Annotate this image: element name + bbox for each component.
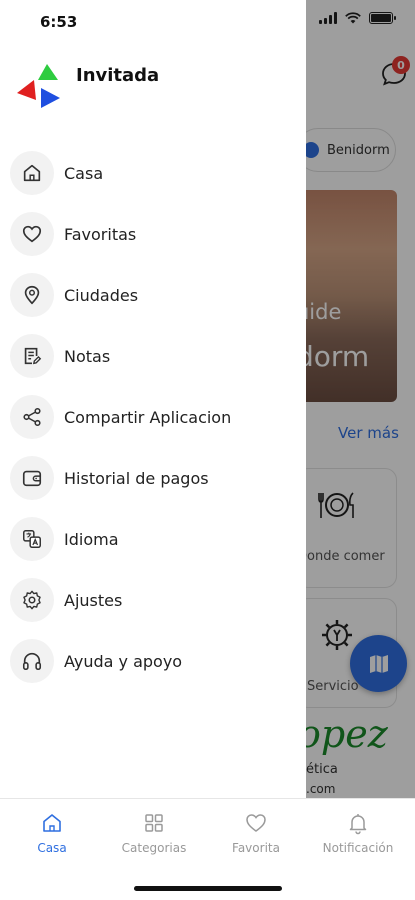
menu-label: Ayuda y apoyo [64,651,183,671]
menu-label: Idioma [64,529,119,549]
nav-label: Favorita [232,841,280,855]
nav-tab-favorita[interactable]: Favorita [204,811,308,855]
nav-label: Casa [37,841,67,855]
menu-item-ajustes[interactable]: Ajustes [10,577,300,623]
menu-label: Ajustes [64,590,123,610]
menu-item-ciudades[interactable]: Ciudades [10,272,300,318]
menu-item-favoritas[interactable]: Favoritas [10,211,300,257]
translate-icon [23,530,41,548]
menu-item-historial[interactable]: Historial de pagos [10,455,300,501]
app-logo [17,64,60,108]
map-pin-icon [24,285,40,305]
menu-item-notas[interactable]: Notas [10,333,300,379]
user-name: Invitada [76,65,160,86]
nav-tab-casa[interactable]: Casa [0,811,104,855]
status-time: 6:53 [40,13,78,31]
wallet-icon [22,470,42,487]
nav-tab-notificacion[interactable]: Notificación [306,811,410,855]
menu-item-casa[interactable]: Casa [10,150,300,196]
settings-icon [23,590,41,610]
menu-label: Favoritas [64,224,137,244]
notes-icon [24,347,42,365]
nav-label: Categorias [121,841,187,855]
home-indicator[interactable] [134,886,282,891]
menu-item-compartir[interactable]: Compartir Aplicacion [10,394,300,440]
menu-label: Notas [64,346,111,366]
bell-icon [349,814,367,835]
menu-item-ayuda[interactable]: Ayuda y apoyo [10,638,300,684]
grid-icon [145,814,163,832]
nav-tab-categorias[interactable]: Categorias [102,811,206,855]
menu-label: Compartir Aplicacion [64,407,232,427]
home-icon [23,164,41,182]
share-icon [23,407,41,427]
heart-icon [22,225,42,243]
nav-label: Notificación [322,841,394,855]
menu-item-idioma[interactable]: Idioma [10,516,300,562]
heart-icon [246,814,266,832]
navigation-drawer: 6:53 Invitada Casa Favoritas Ciudades No… [0,0,306,798]
menu-label: Ciudades [64,285,139,305]
menu-label: Casa [64,163,104,183]
home-icon [43,814,61,832]
headphones-icon [22,652,42,671]
menu-label: Historial de pagos [64,468,209,488]
bottom-navigation: Casa Categorias Favorita Notificación [0,798,415,900]
